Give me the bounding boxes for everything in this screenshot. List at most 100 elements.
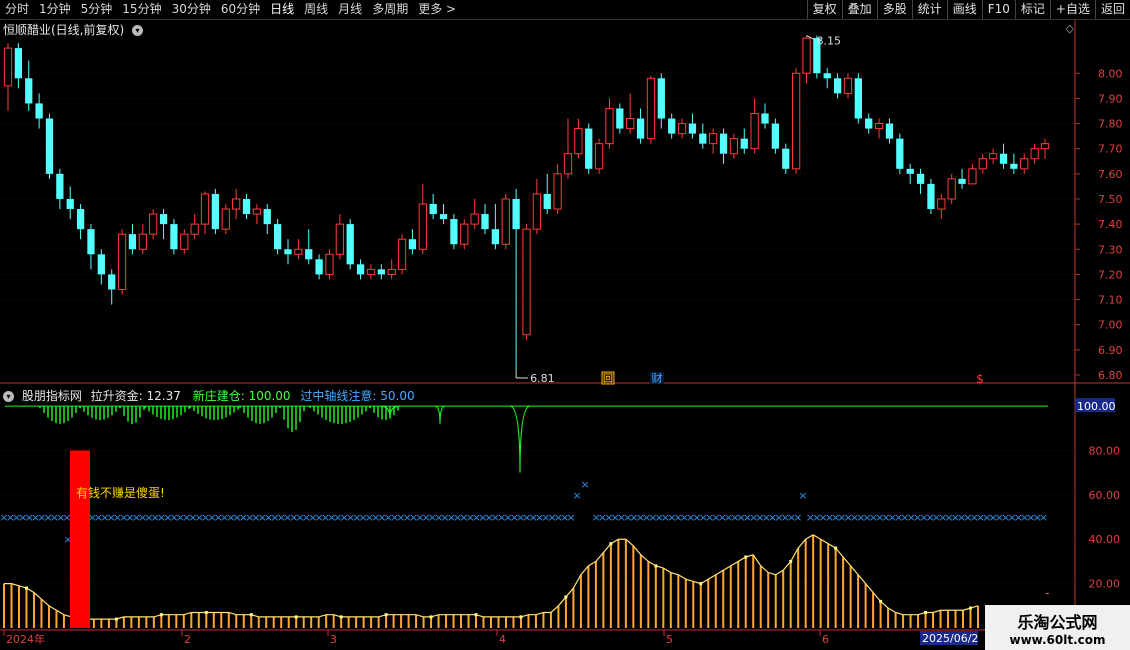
blue-x-mark: × [31,511,40,524]
blue-x-mark: × [749,511,758,524]
diamond-icon[interactable]: ◇ [1066,22,1074,35]
blue-x-mark: × [453,511,462,524]
candle-body [87,229,95,255]
candle-body [512,198,520,230]
period-tab-9[interactable]: 多周期 [367,0,413,19]
blue-x-mark: × [510,511,519,524]
blue-x-mark: × [636,511,645,524]
period-tab-6[interactable]: 日线 [265,0,299,19]
ind-highlight-label: 100.00 [1077,400,1116,413]
blue-x-mark: × [207,511,216,524]
period-tab-1[interactable]: 1分钟 [34,0,76,19]
toolbar-button-0[interactable]: 复权 [806,0,842,19]
blue-x-mark: × [837,511,846,524]
blue-x-mark: × [736,511,745,524]
candle-body [553,173,562,210]
blue-x-mark: × [711,511,720,524]
date-label: 2024年 [6,632,45,646]
period-tab-4[interactable]: 30分钟 [167,0,216,19]
blue-x-mark: × [831,511,840,524]
chevron-down-icon[interactable]: ▾ [3,391,14,402]
blue-x-mark: × [661,511,670,524]
candle-body [522,228,531,336]
orange-dot [69,615,73,619]
price-tick-label: 7.60 [1098,168,1123,181]
blue-x-mark: × [245,511,254,524]
blue-x-mark: × [629,511,638,524]
blue-x-mark: × [724,511,733,524]
orange-dot [474,613,478,617]
candle-body [865,118,873,129]
blue-x-mark: × [982,511,991,524]
candle-body [439,214,448,220]
low-label: 6.81 [530,372,555,385]
toolbar-button-2[interactable]: 多股 [876,0,912,19]
blue-x-mark: × [333,511,342,524]
indicator-annotation: 有钱不赚是傻蛋! [76,485,165,500]
orange-dot [384,613,388,617]
candle-body [874,123,884,130]
candle-body [668,118,676,134]
orange-dot [24,586,28,590]
orange-dot [249,613,253,617]
blue-x-mark: × [692,511,701,524]
blue-x-mark: × [768,511,777,524]
blue-x-mark: × [447,511,456,524]
indicator-label-3: 过中轴线注意: 50.00 [300,389,415,403]
toolbar-button-7[interactable]: +自选 [1049,0,1095,19]
blue-x-mark: × [151,511,160,524]
candle-body [149,213,158,235]
period-tab-2[interactable]: 5分钟 [76,0,118,19]
candle-body [450,219,458,245]
period-tab-7[interactable]: 周线 [299,0,333,19]
blue-x-mark: × [844,511,853,524]
blue-x-mark: × [623,511,632,524]
blue-x-mark: × [913,511,922,524]
chart-canvas[interactable]: 8.00 7.90 7.80 7.70 7.60 7.50 7.40 7.30 7.20 7.10… [0,0,1130,650]
blue-x-mark: × [743,511,752,524]
blue-x-mark: × [421,511,430,524]
toolbar-button-5[interactable]: F10 [981,0,1015,19]
period-tab-5[interactable]: 60分钟 [216,0,265,19]
toolbar-button-1[interactable]: 叠加 [841,0,877,19]
blue-x-mark: × [592,511,601,524]
blue-x-mark: × [642,511,651,524]
blue-x-mark: × [1001,511,1010,524]
toolbar-button-6[interactable]: 标记 [1014,0,1050,19]
candle-body [802,37,811,74]
blue-x-mark: × [491,511,500,524]
green-spike [434,405,446,424]
blue-x-mark: × [667,511,676,524]
toolbar-button-4[interactable]: 画线 [946,0,982,19]
blue-x-mark: × [976,511,985,524]
blue-x-mark: × [415,511,424,524]
toolbar-button-3[interactable]: 统计 [911,0,947,19]
period-tab-10[interactable]: 更多 > [413,0,461,19]
blue-x-mark: × [472,511,481,524]
orange-dot [204,610,208,614]
chevron-down-icon[interactable]: ▾ [132,25,144,36]
candle-body [657,78,665,119]
period-tab-0[interactable]: 分时 [0,0,34,19]
indicator-name: 股朋指标网 [21,389,82,403]
blue-x-mark: × [377,511,386,524]
candle-body [927,183,935,210]
toolbar-button-8[interactable]: 返回 [1094,0,1130,19]
blue-x-mark: × [37,511,46,524]
orange-line [4,534,979,620]
period-tab-3[interactable]: 15分钟 [117,0,166,19]
blue-x-mark: × [50,511,59,524]
blue-x-mark: × [560,511,569,524]
blue-x-mark: × [365,511,374,524]
dollar-marker: $ [976,372,984,386]
blue-x-mark: × [163,511,172,524]
blue-x-mark: × [686,511,695,524]
candle-body [35,103,43,119]
stock-title-text: 恒顺醋业(日线,前复权) [3,23,125,37]
blue-x-mark: × [554,511,563,524]
blue-x-mark: × [547,511,556,524]
price-tick-label: 6.90 [1098,344,1123,357]
candle-body [771,123,780,149]
watermark: 乐淘公式网 www.60lt.com [985,605,1130,650]
period-tab-8[interactable]: 月线 [333,0,367,19]
